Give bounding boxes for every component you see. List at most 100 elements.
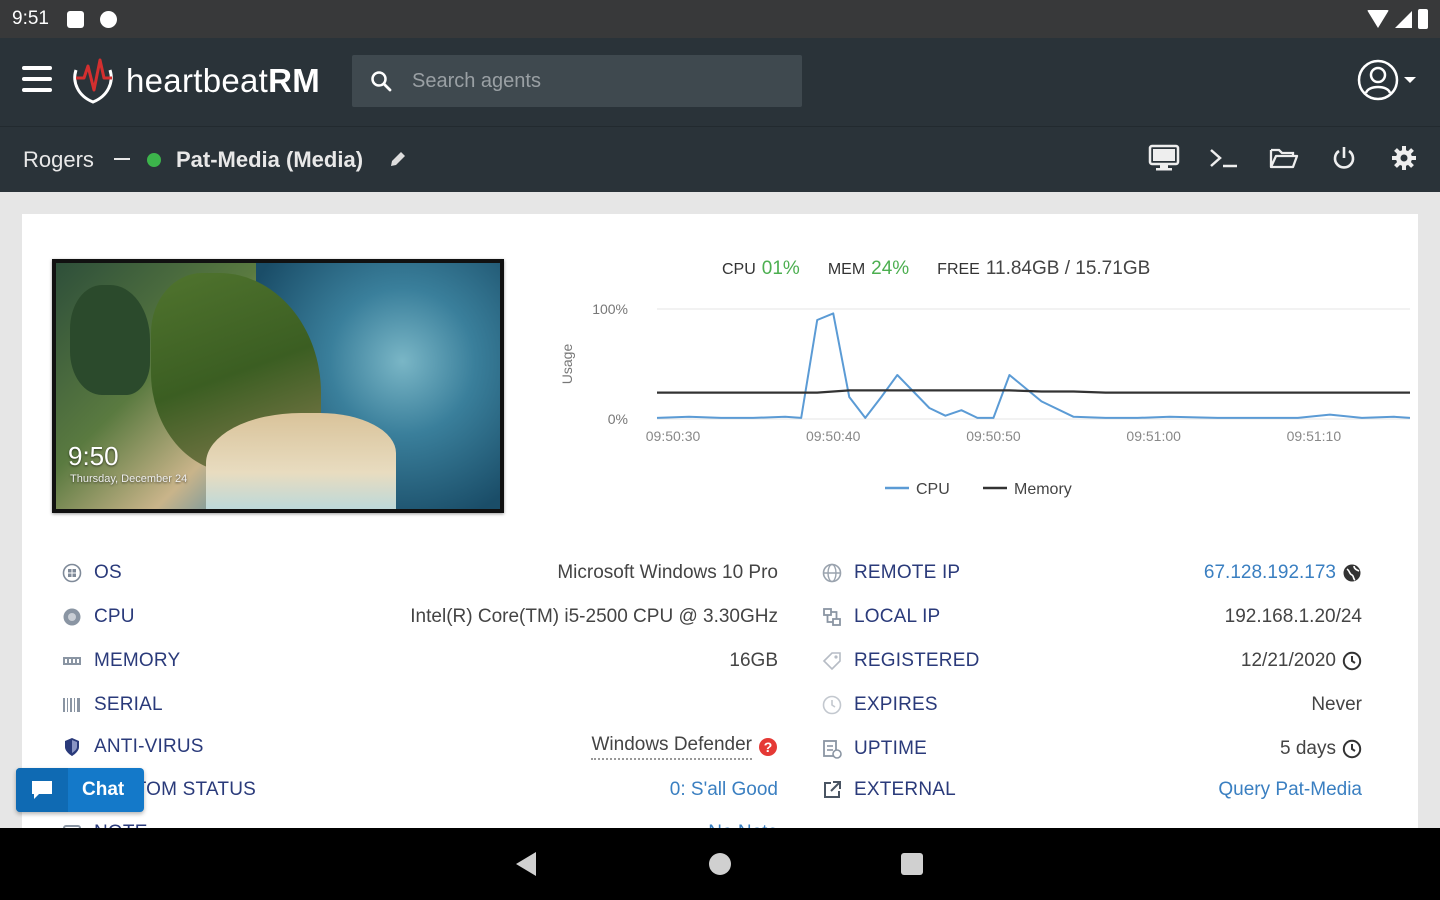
- cpu-stat-value: 01%: [761, 258, 800, 279]
- clock-icon: [822, 695, 842, 715]
- clock-icon: [1342, 739, 1362, 759]
- info-row-expires: EXPIRES Never: [822, 690, 1362, 720]
- gear-icon[interactable]: [1388, 143, 1420, 173]
- info-row-custom-status: CUSTOM STATUS 0: S'all Good: [62, 775, 778, 805]
- svg-text:?: ?: [764, 739, 773, 755]
- globe-icon[interactable]: [1342, 563, 1362, 583]
- agent-bar: Rogers Pat-Media (Media): [0, 126, 1440, 192]
- info-value-wrap: Intel(R) Core(TM) i5-2500 CPU @ 3.30GHz: [410, 606, 778, 628]
- tag-icon: [822, 651, 842, 671]
- x-tick-label: 09:50:30: [646, 428, 701, 444]
- free-stat-value: 11.84GB / 15.71GB: [985, 258, 1151, 279]
- desktop-icon[interactable]: [1148, 143, 1180, 173]
- info-value-wrap: 192.168.1.20/24: [1225, 606, 1362, 628]
- battery-icon: [1418, 9, 1428, 29]
- agent-name: Pat-Media (Media): [176, 147, 364, 172]
- breadcrumb-root[interactable]: Rogers: [23, 147, 94, 173]
- cpu-icon: [62, 607, 82, 627]
- folder-open-icon[interactable]: [1268, 143, 1300, 173]
- info-label: EXTERNAL: [854, 779, 956, 800]
- search-icon: [371, 71, 392, 92]
- cpu-stat-label: CPU: [722, 261, 756, 278]
- info-value[interactable]: 0: S'all Good: [670, 779, 778, 801]
- chat-button[interactable]: Chat: [16, 768, 144, 812]
- info-row-cpu: CPU Intel(R) Core(TM) i5-2500 CPU @ 3.30G…: [62, 602, 778, 632]
- x-tick-label: 09:51:00: [1126, 428, 1181, 444]
- info-value: Intel(R) Core(TM) i5-2500 CPU @ 3.30GHz: [410, 606, 778, 627]
- app-logo[interactable]: heartbeatRM: [70, 56, 320, 106]
- clock-icon: [1342, 651, 1362, 671]
- chevron-down-icon: [1404, 77, 1416, 83]
- globe-icon: [822, 563, 842, 583]
- system-nav-bar: [0, 828, 1440, 900]
- notification-a-icon: [66, 10, 84, 28]
- barcode-icon: [62, 695, 82, 715]
- info-value-wrap: 67.128.192.173: [1204, 562, 1362, 584]
- recents-icon[interactable]: [901, 853, 923, 875]
- chat-label: Chat: [82, 779, 125, 800]
- info-label: ANTI-VIRUS: [94, 736, 204, 757]
- back-icon[interactable]: [516, 852, 536, 876]
- windows-icon: [62, 563, 82, 583]
- breadcrumb-separator: [114, 158, 130, 160]
- power-icon[interactable]: [1328, 143, 1360, 173]
- info-value[interactable]: Windows Defender: [591, 734, 752, 760]
- signal-icon: [1395, 10, 1412, 28]
- info-value-wrap: Query Pat-Media: [1218, 779, 1362, 801]
- home-icon[interactable]: [709, 853, 731, 875]
- info-row-uptime: UPTIME 5 days: [822, 734, 1362, 764]
- info-row-registered: REGISTERED 12/21/2020: [822, 646, 1362, 676]
- pencil-icon[interactable]: [388, 149, 408, 169]
- legend-label-cpu: CPU: [916, 481, 950, 498]
- status-time: 9:51: [12, 8, 49, 29]
- y-axis-label: Usage: [559, 344, 575, 385]
- info-value-wrap: 12/21/2020: [1241, 650, 1362, 672]
- heartbeat-logo-icon: [73, 58, 113, 104]
- legend-label-memory: Memory: [1014, 481, 1072, 498]
- menu-icon[interactable]: [22, 66, 52, 92]
- x-tick-label: 09:50:40: [806, 428, 861, 444]
- info-row-serial: SERIAL: [62, 690, 778, 720]
- y-tick-label: 0%: [608, 411, 628, 427]
- info-row-os: OS Microsoft Windows 10 Pro: [62, 558, 778, 588]
- info-label: SERIAL: [94, 694, 163, 715]
- info-label: REMOTE IP: [854, 562, 961, 583]
- search-input[interactable]: [412, 69, 772, 93]
- info-value: 16GB: [729, 650, 778, 671]
- info-value[interactable]: Query Pat-Media: [1218, 779, 1362, 801]
- memory-icon: [62, 651, 82, 671]
- lockscreen-time: 9:50: [68, 441, 119, 471]
- shield-icon: [62, 737, 82, 757]
- info-value: 5 days: [1280, 738, 1336, 759]
- info-value: 192.168.1.20/24: [1224, 606, 1362, 627]
- info-label: EXPIRES: [854, 694, 938, 715]
- app-header: heartbeatRM: [0, 38, 1440, 126]
- series-line-cpu: [656, 312, 1410, 419]
- mem-stat-label: MEM: [827, 261, 866, 278]
- free-stat-label: FREE: [937, 261, 980, 278]
- series-line-memory: [657, 389, 1410, 394]
- info-label: UPTIME: [854, 738, 927, 759]
- info-value-wrap: 0: S'all Good: [670, 779, 778, 801]
- info-value-wrap: 5 days: [1280, 738, 1362, 760]
- info-value-wrap: Microsoft Windows 10 Pro: [557, 562, 778, 584]
- help-icon[interactable]: ?: [758, 737, 778, 757]
- info-value[interactable]: 67.128.192.173: [1204, 562, 1336, 584]
- search-bar[interactable]: [352, 55, 802, 107]
- resource-stats: CPU 01% MEM 24% FREE 11.84GB / 15.71GB: [722, 258, 1150, 280]
- terminal-icon[interactable]: [1208, 143, 1240, 173]
- info-label: MEMORY: [94, 650, 181, 671]
- lockscreen-date: Thursday, December 24: [70, 473, 188, 485]
- agent-overview-card: 9:50 Thursday, December 24 CPU 01% MEM 24%…: [22, 214, 1418, 828]
- online-status-dot: [147, 153, 161, 167]
- system-info-right: REMOTE IP 67.128.192.173 LOCAL IP 192.168.1…: [822, 558, 1362, 828]
- system-status-bar: 9:51: [0, 0, 1440, 38]
- info-value: Microsoft Windows 10 Pro: [557, 562, 778, 583]
- info-value: 12/21/2020: [1240, 650, 1336, 671]
- wifi-icon: [1367, 10, 1389, 28]
- info-row-local-ip: LOCAL IP 192.168.1.20/24: [822, 602, 1362, 632]
- account-menu[interactable]: [1356, 58, 1416, 102]
- agent-screen-thumbnail[interactable]: 9:50 Thursday, December 24: [52, 259, 504, 513]
- notification-p-icon: [99, 10, 117, 28]
- info-row-remote-ip: REMOTE IP 67.128.192.173: [822, 558, 1362, 588]
